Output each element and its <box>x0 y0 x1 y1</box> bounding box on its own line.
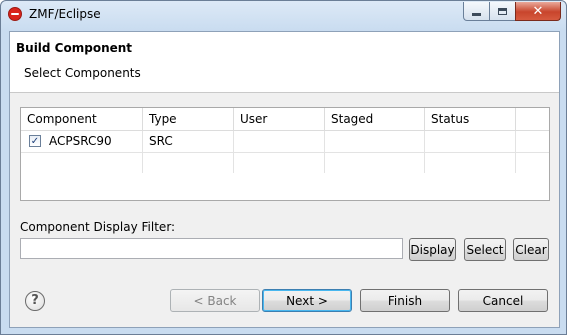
app-icon <box>8 7 22 21</box>
minimize-icon <box>472 12 481 16</box>
column-header-staged[interactable]: Staged <box>325 108 425 130</box>
dialog-window: ZMF/Eclipse ✕ Build Component Select Com… <box>0 0 567 335</box>
empty-cell <box>21 152 143 173</box>
cell-component[interactable]: ✓ ACPSRC90 <box>21 131 143 152</box>
empty-cell <box>425 152 516 173</box>
cell-status <box>425 131 516 152</box>
component-name: ACPSRC90 <box>49 134 112 148</box>
component-table: Component Type User Staged Status ✓ ACPS… <box>20 107 550 201</box>
table-header: Component Type User Staged Status <box>21 108 549 131</box>
wizard-header: Build Component Select Components <box>10 32 559 93</box>
display-button[interactable]: Display <box>409 238 456 261</box>
maximize-button[interactable] <box>489 2 516 21</box>
help-icon[interactable]: ? <box>25 291 45 311</box>
cell-user <box>234 131 325 152</box>
next-button[interactable]: Next > <box>262 289 352 312</box>
column-header-status[interactable]: Status <box>425 108 516 130</box>
back-label: < Back <box>193 293 237 308</box>
window-title: ZMF/Eclipse <box>29 7 101 21</box>
maximize-icon <box>498 7 507 15</box>
table-row[interactable]: ✓ ACPSRC90 SRC <box>21 131 549 153</box>
minimize-button[interactable] <box>463 2 490 21</box>
page-subtitle: Select Components <box>24 66 141 80</box>
select-button[interactable]: Select <box>464 238 506 261</box>
column-header-user[interactable]: User <box>234 108 325 130</box>
empty-cell <box>143 152 234 173</box>
cancel-label: Cancel <box>482 293 524 308</box>
filter-label: Component Display Filter: <box>20 220 176 234</box>
row-checkbox[interactable]: ✓ <box>29 135 41 147</box>
cell-staged <box>325 131 425 152</box>
back-button[interactable]: < Back <box>170 289 260 312</box>
title-bar[interactable]: ZMF/Eclipse ✕ <box>1 1 566 31</box>
empty-cell <box>325 152 425 173</box>
next-label: Next > <box>286 293 328 308</box>
column-header-component[interactable]: Component <box>21 108 143 130</box>
finish-button[interactable]: Finish <box>360 289 450 312</box>
close-icon: ✕ <box>532 3 544 19</box>
close-button[interactable]: ✕ <box>515 2 561 21</box>
dialog-client-area: Build Component Select Components Compon… <box>9 31 560 328</box>
finish-label: Finish <box>387 293 423 308</box>
column-header-type[interactable]: Type <box>143 108 234 130</box>
cell-type: SRC <box>143 131 234 152</box>
clear-button[interactable]: Clear <box>513 238 549 261</box>
table-row-empty <box>21 152 549 173</box>
filter-input[interactable] <box>20 238 403 259</box>
cancel-button[interactable]: Cancel <box>458 289 548 312</box>
empty-cell <box>234 152 325 173</box>
page-title: Build Component <box>16 41 133 55</box>
